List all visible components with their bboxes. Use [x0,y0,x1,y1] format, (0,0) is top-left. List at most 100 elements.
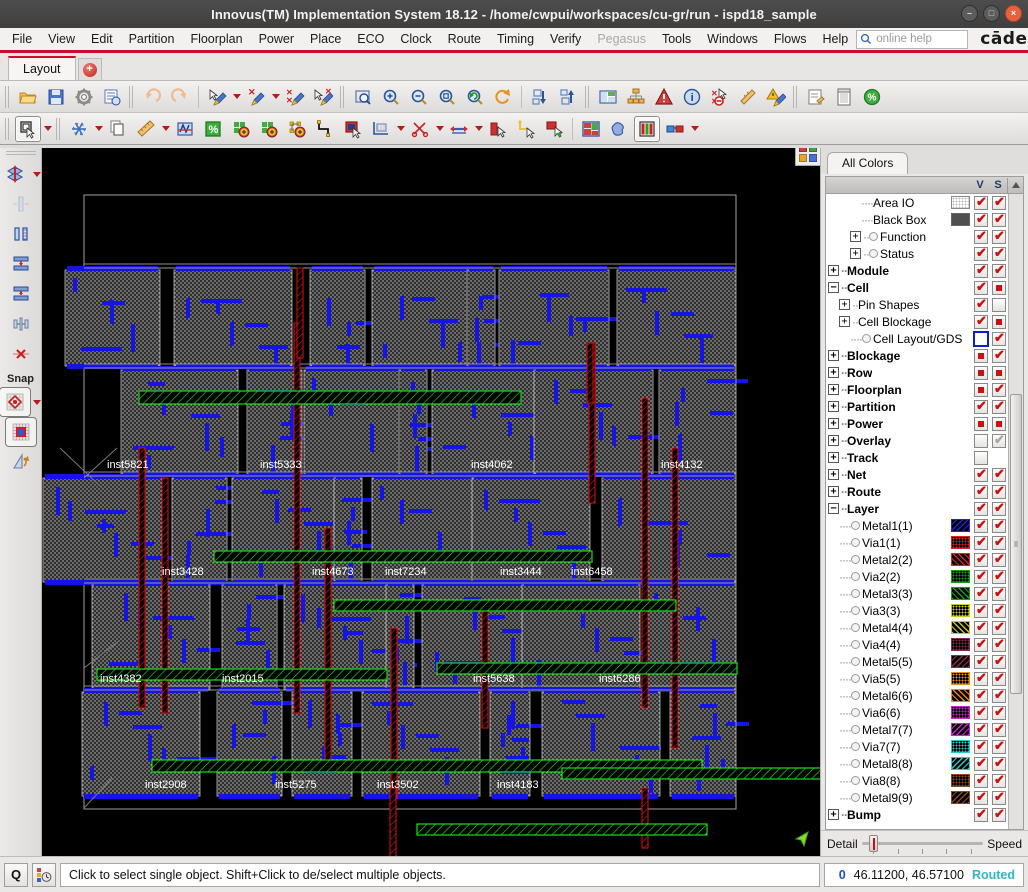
tree-row-overlay[interactable]: + ·· Overlay [826,432,1008,449]
notepad-button[interactable] [831,84,857,110]
detail-slider-handle[interactable] [868,835,878,852]
tree-node-bullet[interactable] [850,572,860,581]
zoom-selected-button[interactable] [434,84,460,110]
tree-row-module[interactable]: + ·· Module [826,262,1008,279]
layer-color-swatch[interactable] [951,604,970,617]
tree-scrollbar[interactable] [1008,194,1023,829]
tree-node-bullet[interactable] [850,759,860,768]
visible-checkbox[interactable] [974,500,988,516]
copy-button[interactable] [105,116,131,142]
tree-node-bullet[interactable] [850,708,860,717]
tree-node-bullet[interactable] [850,623,860,632]
tree-row-cell[interactable]: − ·· Cell [826,279,1008,296]
color-swatch-4[interactable] [809,154,817,162]
visible-checkbox[interactable] [974,365,988,380]
selectable-checkbox[interactable] [992,262,1006,278]
zoom-in-button[interactable] [378,84,404,110]
selectable-checkbox[interactable] [992,636,1006,652]
query-button[interactable]: Q [4,862,28,887]
visible-checkbox[interactable] [974,704,988,720]
selectable-checkbox[interactable] [992,534,1006,550]
tree-node-bullet[interactable] [850,555,860,564]
add-tab-button[interactable]: + [77,58,102,80]
clear-violations-button[interactable] [763,84,789,110]
visible-checkbox[interactable] [974,313,988,329]
select-wire-button[interactable]: ✕ [310,84,336,110]
visible-checkbox[interactable] [974,551,988,567]
tree-row-partition[interactable]: + ·· Partition [826,398,1008,415]
tree-row-track[interactable]: + ·· Track [826,449,1008,466]
undo-button[interactable] [139,84,165,110]
design-browser-button[interactable] [595,84,621,110]
add-blockage-button[interactable] [284,116,310,142]
add-partition-button[interactable] [256,116,282,142]
visible-checkbox[interactable] [974,348,988,363]
chevron-down-icon[interactable] [270,84,281,110]
report-button[interactable] [99,84,125,110]
menu-help[interactable]: Help [815,30,857,48]
push-down-button[interactable] [527,84,553,110]
layer-color-swatch[interactable] [951,536,970,549]
tree-row-cell-layout-gds[interactable]: ···· Cell Layout/GDS [826,330,1008,347]
selectable-checkbox[interactable] [992,653,1006,669]
toolbar-grip[interactable] [585,85,591,108]
visible-checkbox[interactable] [974,398,988,414]
collapse-icon[interactable]: − [828,282,839,293]
layer-color-swatch[interactable] [951,723,970,736]
selectable-checkbox[interactable] [992,517,1006,533]
expand-icon[interactable]: + [828,384,839,395]
visible-checkbox[interactable] [974,789,988,805]
visible-checkbox[interactable] [974,416,988,431]
menu-partition[interactable]: Partition [121,30,183,48]
visible-checkbox[interactable] [974,602,988,618]
maximize-button[interactable]: □ [983,5,1000,22]
tree-row-via3-3[interactable]: ···· Via3(3) [826,602,1008,619]
chevron-down-icon[interactable] [689,116,700,142]
vertical-toolbar-grip[interactable] [5,151,36,157]
chevron-down-icon[interactable] [434,116,445,142]
selectable-checkbox[interactable] [992,585,1006,601]
toolbar-grip[interactable] [793,85,799,108]
visible-checkbox[interactable] [974,568,988,584]
selectable-checkbox[interactable] [992,806,1006,822]
tree-row-pin-shapes[interactable]: + ·· Pin Shapes [826,296,1008,313]
menu-power[interactable]: Power [251,30,302,48]
tab-all-colors[interactable]: All Colors [827,152,909,174]
tree-row-blockage[interactable]: + ·· Blockage [826,347,1008,364]
tree-node-bullet[interactable] [850,606,860,615]
congestion-button[interactable]: % [859,84,885,110]
tree-row-metal3-3[interactable]: ···· Metal3(3) [826,585,1008,602]
menu-file[interactable]: File [4,30,40,48]
layer-color-swatch[interactable] [951,689,970,702]
tree-node-bullet[interactable] [850,793,860,802]
visible-checkbox[interactable] [974,245,988,261]
chevron-down-icon[interactable] [31,389,42,415]
visible-checkbox[interactable] [974,772,988,788]
menu-verify[interactable]: Verify [542,30,589,48]
visible-checkbox[interactable] [974,296,988,312]
stereo-button[interactable] [662,116,688,142]
toolbar-grip[interactable] [56,117,62,140]
expand-icon[interactable]: + [828,435,839,446]
layer-color-swatch[interactable] [951,570,970,583]
selectable-checkbox[interactable] [992,704,1006,720]
selectable-checkbox[interactable] [992,619,1006,635]
amoeba-view-button[interactable] [606,116,632,142]
tree-row-bump[interactable]: + ·· Bump [826,806,1008,823]
visible-checkbox[interactable] [974,687,988,703]
minimize-button[interactable]: – [961,5,978,22]
layer-color-swatch[interactable] [951,196,970,209]
visible-checkbox[interactable] [974,279,988,295]
selectable-checkbox[interactable] [992,347,1006,363]
tree-row-status[interactable]: + ·· Status [826,245,1008,262]
expand-icon[interactable]: + [828,486,839,497]
chevron-down-icon[interactable] [160,116,171,142]
chevron-down-icon[interactable] [231,84,242,110]
visible-checkbox[interactable] [973,330,989,347]
add-module-button[interactable] [228,116,254,142]
search-input[interactable]: online help [856,29,969,49]
history-icon[interactable] [32,862,56,887]
chevron-down-icon[interactable] [93,116,104,142]
align-top-button[interactable] [5,249,37,279]
layout-canvas[interactable]: inst5821 inst5333 inst4062 inst4132 inst3428… [42,148,820,856]
